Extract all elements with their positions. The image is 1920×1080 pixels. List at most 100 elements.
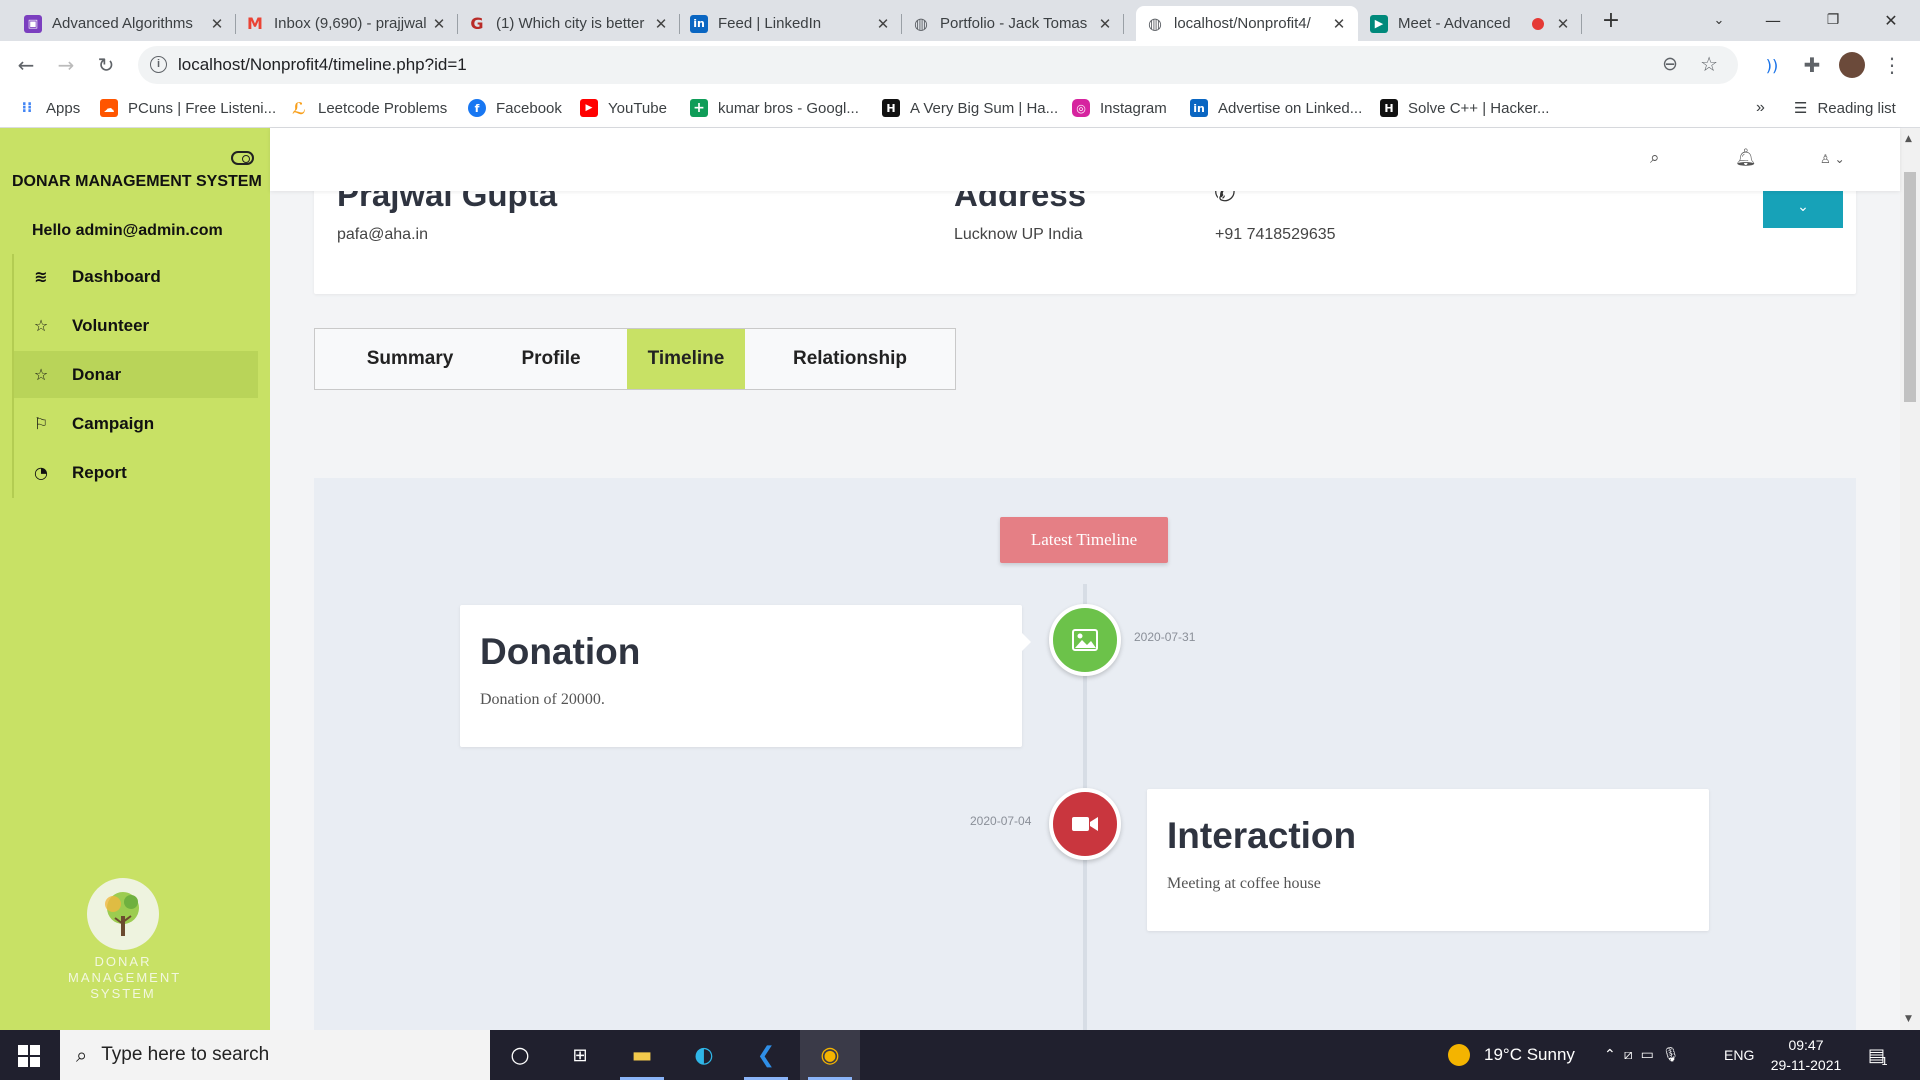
timeline-card: Interaction Meeting at coffee house <box>1147 789 1709 931</box>
close-window-button[interactable]: ✕ <box>1868 0 1914 40</box>
address-bar[interactable]: i localhost/Nonprofit4/timeline.php?id=1… <box>138 46 1738 84</box>
browser-tab[interactable]: M Inbox (9,690) - prajjwal ✕ <box>236 6 458 41</box>
gmail-icon: M <box>247 14 263 33</box>
tab-search-chevron-icon[interactable]: ⌄ <box>1696 0 1742 40</box>
donor-address: Lucknow UP India <box>954 226 1083 243</box>
browser-tab[interactable]: in Feed | LinkedIn ✕ <box>680 6 902 41</box>
bookmark-item[interactable]: ☁ PCuns | Free Listeni... <box>100 97 276 119</box>
bookmark-item[interactable]: H Solve C++ | Hacker... <box>1380 97 1549 119</box>
bookmark-label: YouTube <box>608 99 667 117</box>
sheets-icon: + <box>690 99 708 117</box>
close-icon[interactable]: ✕ <box>874 15 892 33</box>
bookmark-item[interactable]: ▶ YouTube <box>580 97 667 119</box>
minimize-button[interactable]: — <box>1750 0 1796 40</box>
sidebar-item-campaign[interactable]: ⚐ Campaign <box>14 400 258 447</box>
taskbar-search[interactable]: ⌕ Type here to search <box>60 1030 490 1080</box>
weather-widget[interactable]: 19°C Sunny <box>1448 1030 1575 1080</box>
browser-tab-active[interactable]: ◍ localhost/Nonprofit4/ ✕ <box>1136 6 1358 41</box>
video-camera-icon <box>1049 788 1121 860</box>
new-tab-button[interactable]: + <box>1588 0 1634 40</box>
clock[interactable]: 09:47 29-11-2021 <box>1766 1030 1846 1080</box>
bookmark-label: Leetcode Problems <box>318 99 448 117</box>
reading-list-label: Reading list <box>1817 99 1896 117</box>
edge-icon[interactable]: ◐ <box>674 1030 734 1080</box>
bookmark-apps[interactable]: ⁝⁝ Apps <box>18 97 81 119</box>
bookmark-item[interactable]: ◎ Instagram <box>1072 97 1167 119</box>
bookmark-item[interactable]: H A Very Big Sum | Ha... <box>882 97 1058 119</box>
sidebar-toggle-icon[interactable] <box>231 151 254 165</box>
sidebar-item-report[interactable]: ◔ Report <box>14 449 258 496</box>
meet-icon: ▶ <box>1370 14 1388 33</box>
info-icon[interactable]: i <box>150 56 167 73</box>
url-text[interactable]: localhost/Nonprofit4/timeline.php?id=1 <box>178 55 467 75</box>
bookmark-item[interactable]: ℒ Leetcode Problems <box>290 97 447 119</box>
close-icon[interactable]: ✕ <box>1554 15 1572 33</box>
puzzle-icon[interactable]: ✚ <box>1796 49 1828 81</box>
sidebar-item-dashboard[interactable]: ≋ Dashboard <box>14 253 258 300</box>
task-view-icon[interactable]: ⊞ <box>550 1030 610 1080</box>
chevron-down-icon: ⌄ <box>1797 199 1809 215</box>
page-scrollbar[interactable]: ▲ ▼ <box>1900 128 1920 1030</box>
vscode-icon[interactable]: ❮ <box>736 1030 796 1080</box>
tab-summary[interactable]: Summary <box>315 329 505 389</box>
browser-tab[interactable]: ◍ Portfolio - Jack Tomas ✕ <box>902 6 1124 41</box>
extension-icon[interactable]: )) <box>1756 49 1788 81</box>
close-icon[interactable]: ✕ <box>430 15 448 33</box>
language-indicator[interactable]: ENG <box>1724 1030 1754 1080</box>
pie-chart-icon: ◔ <box>34 463 48 482</box>
bookmark-label: kumar bros - Googl... <box>718 99 859 117</box>
tab-timeline[interactable]: Timeline <box>627 329 745 389</box>
soundcloud-icon: ☁ <box>100 99 118 117</box>
more-bookmarks-button[interactable]: » <box>1756 97 1765 119</box>
logo-text: DONAR MANAGEMENT SYSTEM <box>68 954 182 1001</box>
app-logo: DONAR MANAGEMENT SYSTEM <box>68 878 182 1002</box>
bookmark-item[interactable]: in Advertise on Linked... <box>1190 97 1362 119</box>
chrome-icon[interactable]: ◉ <box>800 1030 860 1080</box>
reading-list-button[interactable]: ☰ Reading list <box>1794 97 1896 119</box>
reload-icon[interactable]: ↻ <box>90 49 122 81</box>
system-tray-icons[interactable]: ⌃⧄▭🎙︎ <box>1604 1030 1688 1080</box>
tab-relationship[interactable]: Relationship <box>745 329 955 389</box>
bookmarks-bar: ⁝⁝ Apps ☁ PCuns | Free Listeni... ℒ Leetcod… <box>0 88 1920 128</box>
cortana-icon[interactable]: ○ <box>490 1030 550 1080</box>
sidebar-item-donar[interactable]: ☆ Donar <box>14 351 258 398</box>
donor-email: pafa@aha.in <box>337 226 428 243</box>
close-icon[interactable]: ✕ <box>1330 15 1348 33</box>
actions-dropdown-button[interactable]: ⌄ <box>1763 186 1843 228</box>
scrollbar-thumb[interactable] <box>1904 172 1916 402</box>
close-icon[interactable]: ✕ <box>652 15 670 33</box>
sidebar-item-volunteer[interactable]: ☆ Volunteer <box>14 302 258 349</box>
zoom-icon[interactable]: ⊖ <box>1662 53 1678 75</box>
bookmark-item[interactable]: + kumar bros - Googl... <box>690 97 859 119</box>
layers-icon: ≋ <box>34 267 48 286</box>
tab-profile[interactable]: Profile <box>505 329 597 389</box>
restore-button[interactable]: ❐ <box>1810 0 1856 40</box>
close-icon[interactable]: ✕ <box>208 15 226 33</box>
top-header: ⌕ 🔔︎ ♙ ⌄ <box>270 128 1900 191</box>
browser-tab[interactable]: G (1) Which city is better ✕ <box>458 6 680 41</box>
bell-icon[interactable]: 🔔︎ <box>1735 148 1757 168</box>
browser-tab[interactable]: ▣ Advanced Algorithms ✕ <box>14 6 236 41</box>
bookmark-label: PCuns | Free Listeni... <box>128 99 277 117</box>
avatar[interactable] <box>1836 49 1868 81</box>
forward-arrow-icon[interactable]: → <box>50 49 82 81</box>
bookmark-item[interactable]: f Facebook <box>468 97 562 119</box>
image-icon <box>1049 604 1121 676</box>
globe-icon: ◍ <box>914 14 928 33</box>
windows-start-icon[interactable] <box>18 1045 40 1067</box>
browser-tab[interactable]: ▶ Meet - Advanced ✕ <box>1360 6 1582 41</box>
kebab-menu-icon[interactable]: ⋮ <box>1876 49 1908 81</box>
close-icon[interactable]: ✕ <box>1096 15 1114 33</box>
recording-icon <box>1532 17 1544 30</box>
file-explorer-icon[interactable]: ▬ <box>612 1030 672 1080</box>
linkedin-icon: in <box>1190 99 1208 117</box>
user-icon[interactable]: ♙ ⌄ <box>1820 152 1845 166</box>
clock-time: 09:47 <box>1788 1037 1824 1053</box>
search-icon[interactable]: ⌕ <box>1650 148 1660 168</box>
scroll-up-arrow-icon[interactable]: ▲ <box>1905 134 1912 144</box>
reading-list-icon: ☰ <box>1794 99 1808 117</box>
notification-icon[interactable]: ▤ 1 <box>1868 1030 1888 1080</box>
bookmark-star-icon[interactable]: ☆ <box>1700 52 1718 76</box>
scroll-down-arrow-icon[interactable]: ▼ <box>1905 1014 1912 1024</box>
back-arrow-icon[interactable]: ← <box>10 49 42 81</box>
